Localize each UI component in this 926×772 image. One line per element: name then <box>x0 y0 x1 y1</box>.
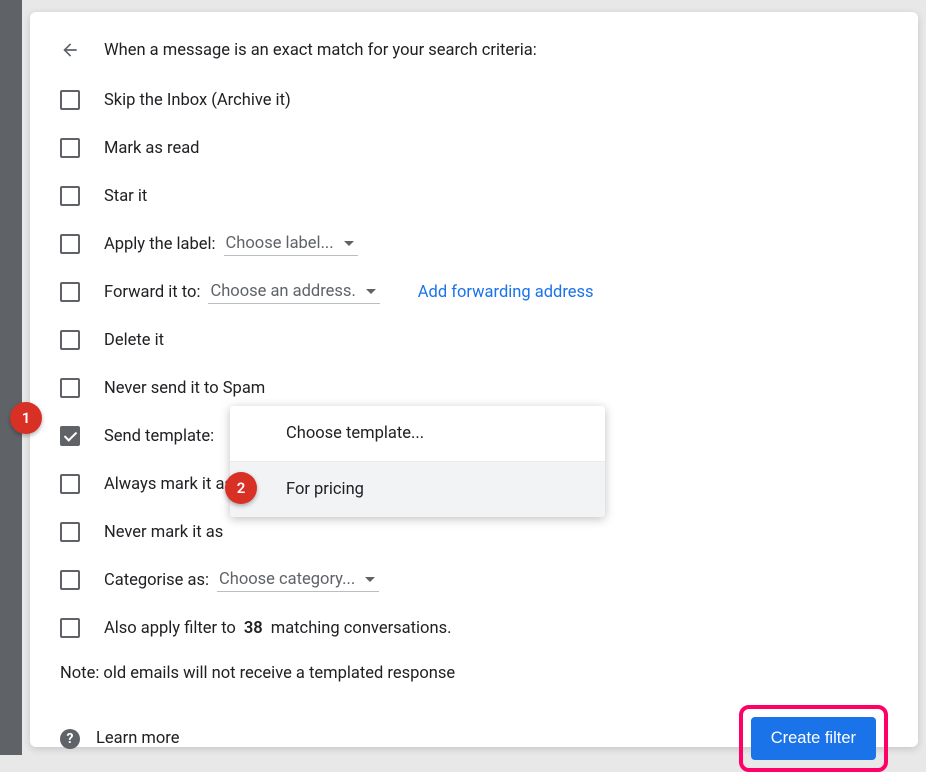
label-send-template: Send template: <box>104 427 214 446</box>
popover-item-for-pricing[interactable]: For pricing <box>230 462 605 517</box>
label-never-important: Never mark it as <box>104 523 223 542</box>
forward-text: Forward it to: <box>104 283 200 302</box>
dialog-header: When a message is an exact match for you… <box>60 40 888 60</box>
option-star: Star it <box>60 184 888 208</box>
checkbox-never-important[interactable] <box>60 522 80 542</box>
caret-down-icon <box>344 241 354 246</box>
create-filter-highlight: Create filter <box>739 705 888 772</box>
label-never-spam: Never send it to Spam <box>104 379 265 398</box>
label-categorise: Categorise as: Choose category... <box>104 568 379 592</box>
apply-label-text: Apply the label: <box>104 235 216 254</box>
label-always-important: Always mark it as <box>104 475 233 494</box>
back-arrow-icon[interactable] <box>60 40 80 60</box>
option-also-apply: Also apply filter to 38 matching convers… <box>60 616 888 640</box>
also-apply-suffix: matching conversations. <box>271 619 452 638</box>
categorise-dropdown[interactable]: Choose category... <box>217 568 379 592</box>
template-dropdown-popover: Choose template... For pricing <box>230 406 605 517</box>
categorise-text: Categorise as: <box>104 571 209 590</box>
caret-down-icon <box>365 577 375 582</box>
left-edge-strip <box>0 0 22 755</box>
option-mark-read: Mark as read <box>60 136 888 160</box>
create-filter-button[interactable]: Create filter <box>751 717 876 760</box>
checkbox-send-template[interactable] <box>60 426 80 446</box>
checkbox-always-important[interactable] <box>60 474 80 494</box>
label-also-apply: Also apply filter to 38 matching convers… <box>104 619 451 638</box>
checkbox-mark-read[interactable] <box>60 138 80 158</box>
checkbox-apply-label[interactable] <box>60 234 80 254</box>
forward-dropdown[interactable]: Choose an address. <box>208 280 379 304</box>
step-badge-2: 2 <box>225 472 257 504</box>
apply-label-dropdown-text: Choose label... <box>226 234 334 253</box>
popover-item-choose[interactable]: Choose template... <box>230 406 605 462</box>
checkbox-skip-inbox[interactable] <box>60 90 80 110</box>
label-apply-label: Apply the label: Choose label... <box>104 232 358 256</box>
apply-label-dropdown[interactable]: Choose label... <box>224 232 358 256</box>
option-apply-label: Apply the label: Choose label... <box>60 232 888 256</box>
dialog-footer: ? Learn more Create filter <box>60 705 888 772</box>
checkbox-never-spam[interactable] <box>60 378 80 398</box>
step-badge-1: 1 <box>10 402 42 434</box>
checkbox-categorise[interactable] <box>60 570 80 590</box>
filter-actions-dialog: When a message is an exact match for you… <box>30 12 918 747</box>
option-categorise: Categorise as: Choose category... <box>60 568 888 592</box>
categorise-dropdown-text: Choose category... <box>219 570 355 589</box>
dialog-title: When a message is an exact match for you… <box>104 41 537 60</box>
learn-more-text: Learn more <box>96 729 179 748</box>
label-star: Star it <box>104 187 147 206</box>
checkbox-forward[interactable] <box>60 282 80 302</box>
forward-dropdown-text: Choose an address. <box>210 282 355 301</box>
add-forwarding-link[interactable]: Add forwarding address <box>418 283 594 302</box>
checkbox-star[interactable] <box>60 186 80 206</box>
also-apply-count: 38 <box>244 619 263 638</box>
note-text: Note: old emails will not receive a temp… <box>60 664 888 683</box>
option-forward: Forward it to: Choose an address. Add fo… <box>60 280 888 304</box>
checkbox-delete[interactable] <box>60 330 80 350</box>
option-never-spam: Never send it to Spam <box>60 376 888 400</box>
checkbox-also-apply[interactable] <box>60 618 80 638</box>
option-never-important: Never mark it as <box>60 520 888 544</box>
caret-down-icon <box>366 289 376 294</box>
label-skip-inbox: Skip the Inbox (Archive it) <box>104 91 291 110</box>
learn-more-link[interactable]: ? Learn more <box>60 729 179 749</box>
option-delete: Delete it <box>60 328 888 352</box>
label-forward: Forward it to: Choose an address. Add fo… <box>104 280 594 304</box>
also-apply-prefix: Also apply filter to <box>104 619 236 638</box>
label-mark-read: Mark as read <box>104 139 199 158</box>
option-skip-inbox: Skip the Inbox (Archive it) <box>60 88 888 112</box>
help-icon: ? <box>60 729 80 749</box>
label-delete: Delete it <box>104 331 164 350</box>
